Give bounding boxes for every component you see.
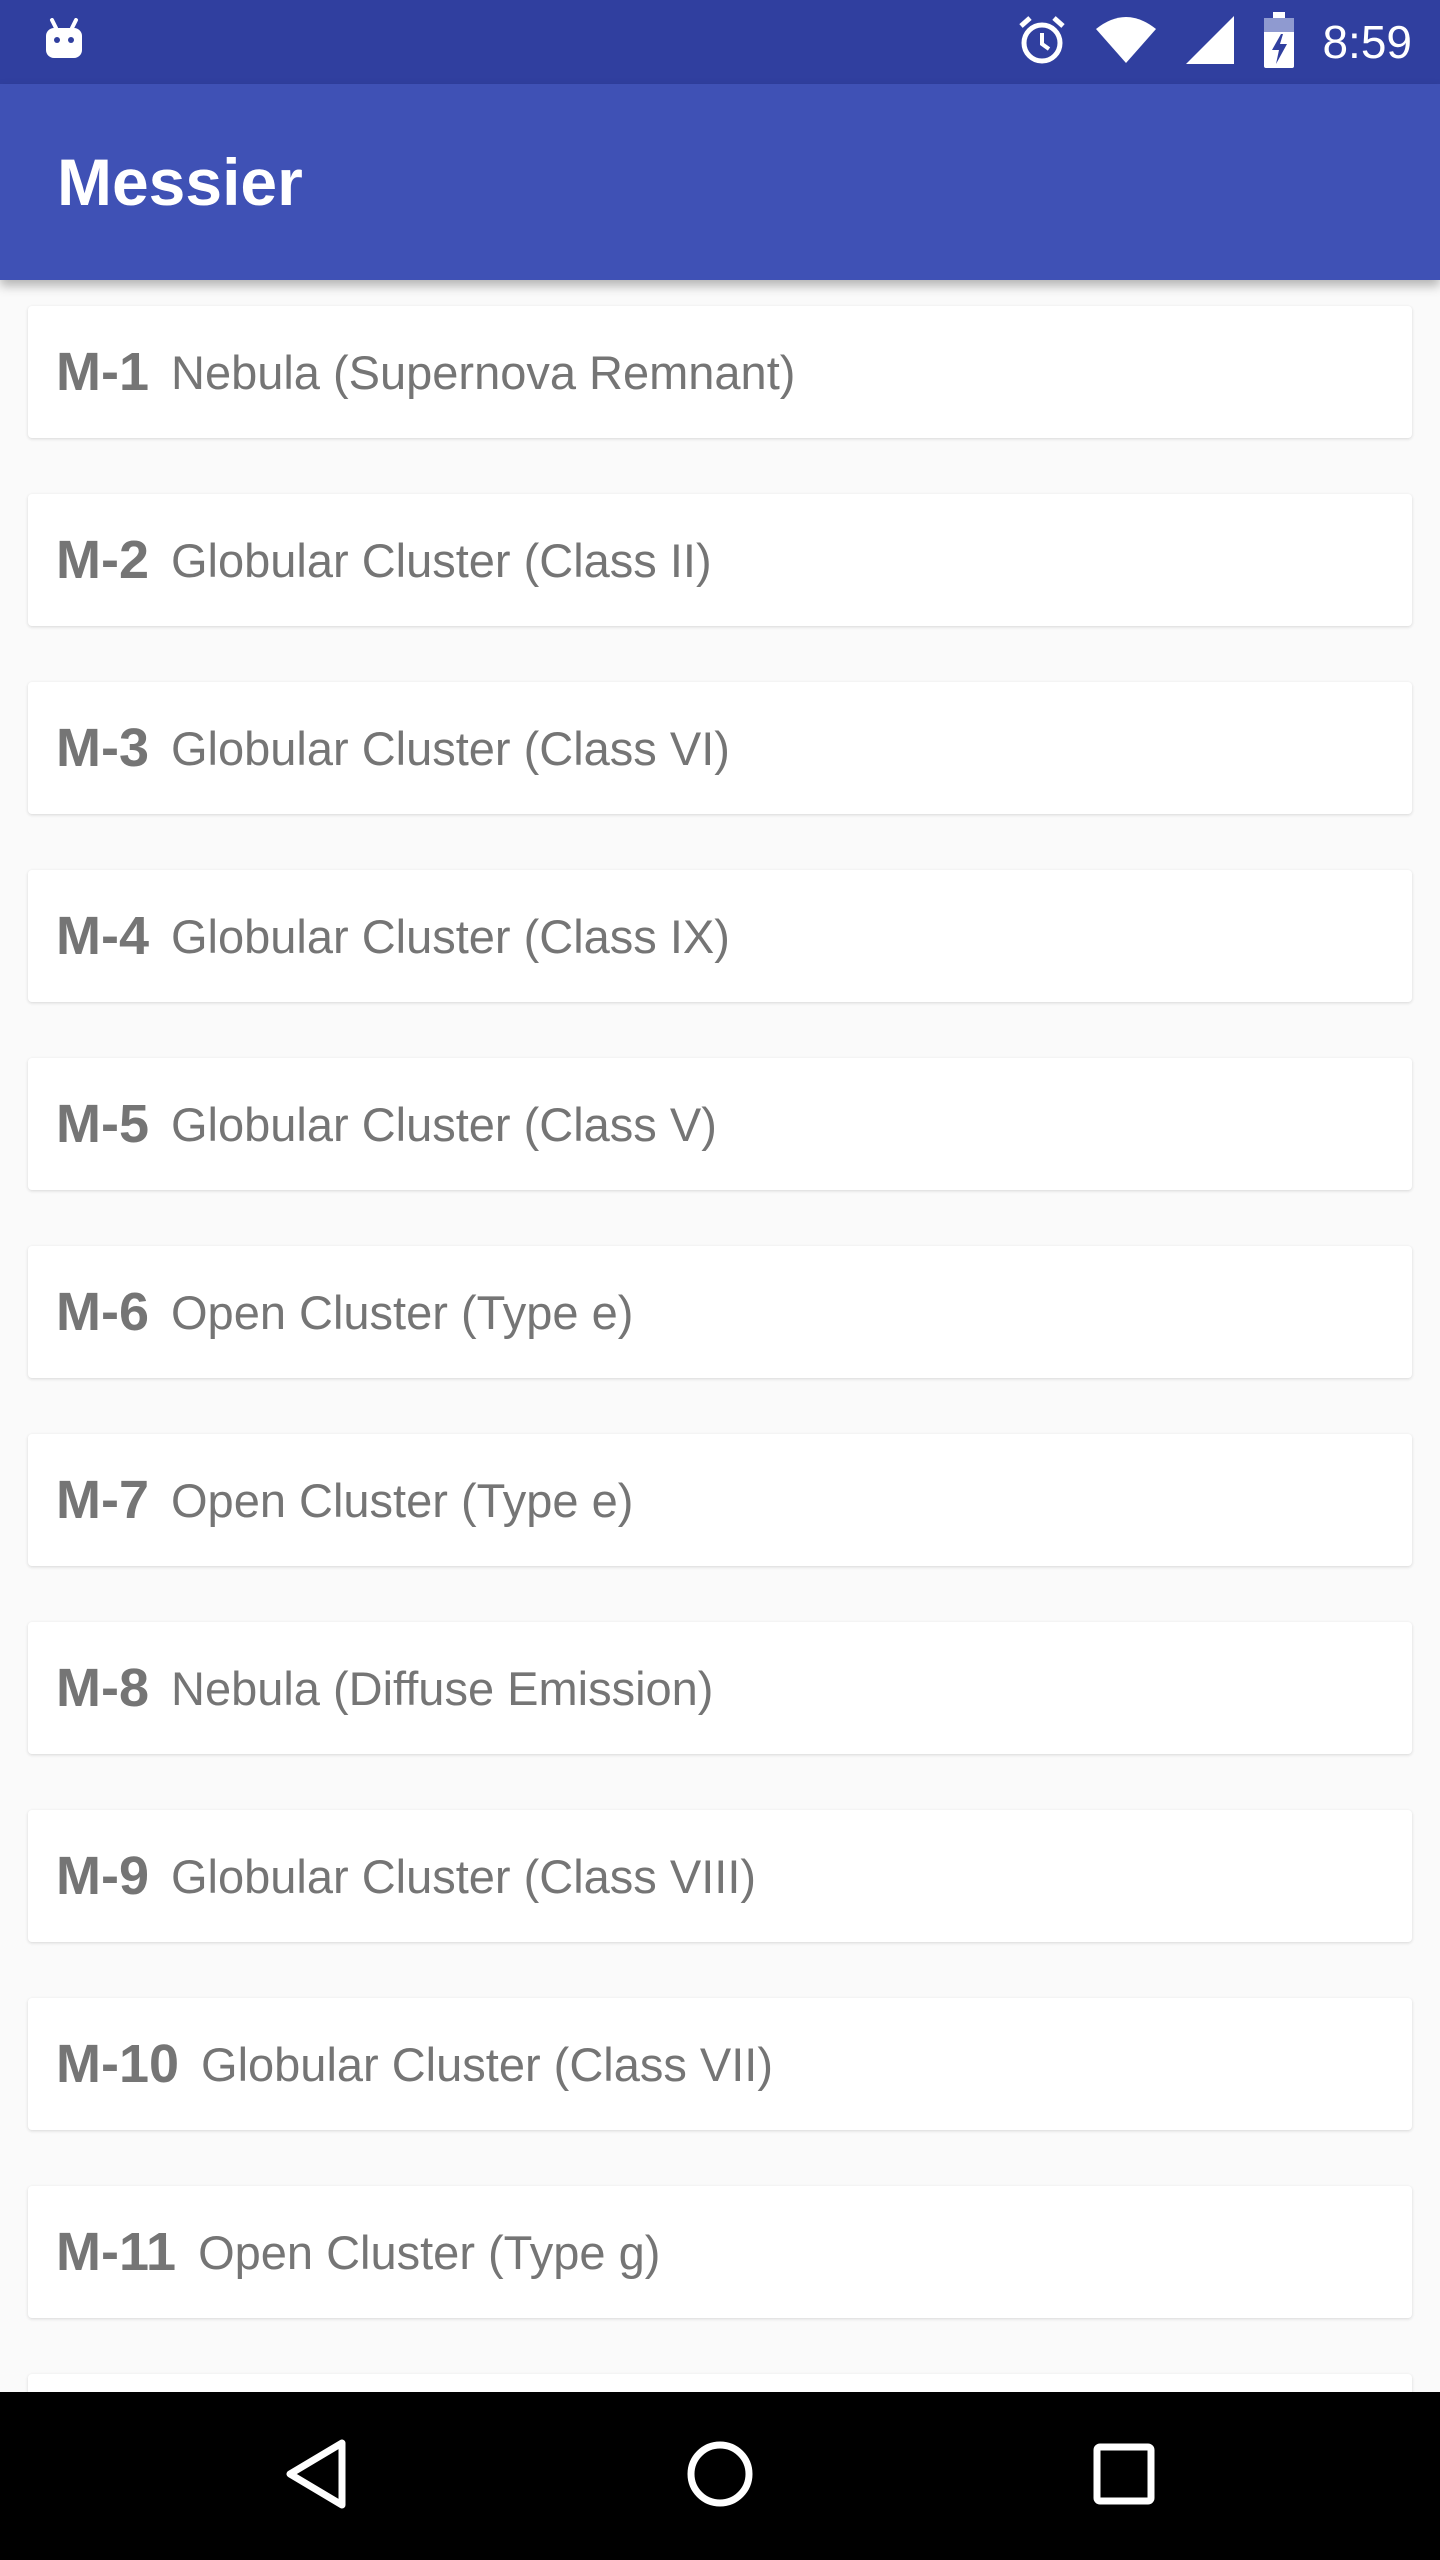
list-item[interactable]: M-3 Globular Cluster (Class VI) xyxy=(28,682,1412,814)
list-item[interactable]: M-6 Open Cluster (Type e) xyxy=(28,1246,1412,1378)
signal-icon xyxy=(1184,14,1236,71)
item-description: Globular Cluster (Class VII) xyxy=(201,2037,774,2091)
item-description: Globular Cluster (Class VI) xyxy=(171,721,730,775)
list-item[interactable]: M-7 Open Cluster (Type e) xyxy=(28,1434,1412,1566)
item-id: M-4 xyxy=(56,906,149,966)
recents-button[interactable] xyxy=(1084,2436,1164,2516)
item-description: Nebula (Supernova Remnant) xyxy=(171,345,796,399)
item-description: Open Cluster (Type e) xyxy=(171,1473,634,1527)
list-item[interactable] xyxy=(28,2374,1412,2392)
app-bar: Messier xyxy=(0,84,1440,280)
item-description: Open Cluster (Type e) xyxy=(171,1285,634,1339)
item-id: M-3 xyxy=(56,718,149,778)
messier-list[interactable]: M-1 Nebula (Supernova Remnant) M-2 Globu… xyxy=(0,280,1440,2392)
status-time: 8:59 xyxy=(1322,16,1412,68)
home-icon xyxy=(685,2439,755,2514)
battery-charging-icon xyxy=(1262,11,1296,73)
item-id: M-10 xyxy=(56,2034,180,2094)
list-item[interactable]: M-11 Open Cluster (Type g) xyxy=(28,2186,1412,2318)
home-button[interactable] xyxy=(680,2436,760,2516)
item-id: M-1 xyxy=(56,342,149,402)
alarm-icon xyxy=(1016,14,1068,71)
back-button[interactable] xyxy=(276,2436,356,2516)
navigation-bar xyxy=(0,2392,1440,2560)
back-icon xyxy=(284,2439,348,2514)
item-id: M-5 xyxy=(56,1094,149,1154)
android-icon xyxy=(42,17,86,67)
list-item[interactable]: M-4 Globular Cluster (Class IX) xyxy=(28,870,1412,1002)
item-id: M-9 xyxy=(56,1846,149,1906)
item-description: Globular Cluster (Class IX) xyxy=(171,909,730,963)
item-description: Globular Cluster (Class VIII) xyxy=(171,1849,757,1903)
item-id: M-7 xyxy=(56,1470,149,1530)
list-item[interactable]: M-1 Nebula (Supernova Remnant) xyxy=(28,306,1412,438)
item-id: M-8 xyxy=(56,1658,149,1718)
list-item[interactable]: M-5 Globular Cluster (Class V) xyxy=(28,1058,1412,1190)
item-id: M-6 xyxy=(56,1282,149,1342)
app-title: Messier xyxy=(57,145,303,219)
list-item[interactable]: M-2 Globular Cluster (Class II) xyxy=(28,494,1412,626)
recents-icon xyxy=(1093,2443,1155,2510)
item-id: M-11 xyxy=(56,2222,177,2282)
list-item[interactable]: M-8 Nebula (Diffuse Emission) xyxy=(28,1622,1412,1754)
wifi-icon xyxy=(1094,15,1158,70)
status-bar: 8:59 xyxy=(0,0,1440,84)
item-description: Open Cluster (Type g) xyxy=(198,2225,661,2279)
list-item[interactable]: M-10 Globular Cluster (Class VII) xyxy=(28,1998,1412,2130)
item-description: Globular Cluster (Class II) xyxy=(171,533,712,587)
item-id: M-2 xyxy=(56,530,149,590)
item-description: Globular Cluster (Class V) xyxy=(171,1097,717,1151)
list-item[interactable]: M-9 Globular Cluster (Class VIII) xyxy=(28,1810,1412,1942)
item-description: Nebula (Diffuse Emission) xyxy=(171,1661,714,1715)
